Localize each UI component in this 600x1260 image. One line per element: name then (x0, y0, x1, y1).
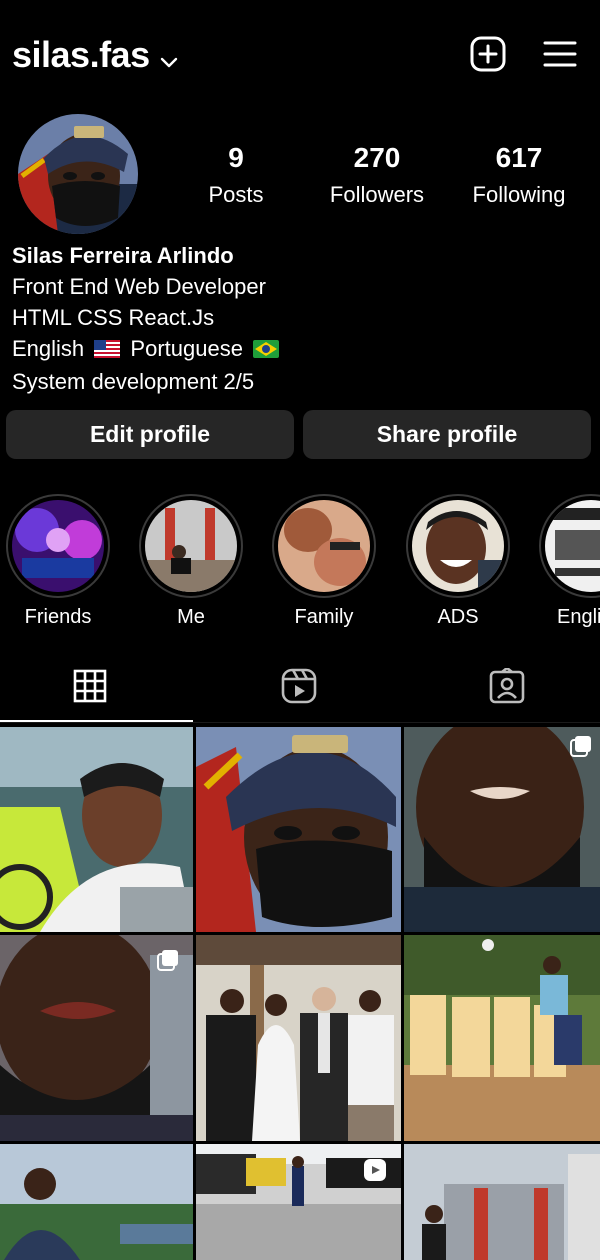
highlight-family[interactable]: Family (272, 494, 376, 629)
highlight-ads[interactable]: ADS (406, 494, 510, 629)
posts-count: 9 (228, 142, 244, 173)
bio-language-portuguese: Portuguese (130, 336, 243, 361)
post-thumbnail[interactable] (0, 1144, 193, 1260)
profile-bio: Silas Ferreira Arlindo Front End Web Dev… (12, 240, 592, 397)
grid-icon (73, 669, 107, 708)
post-thumbnail[interactable] (404, 935, 600, 1141)
highlight-label: Family (294, 606, 354, 628)
bio-line: Front End Web Developer (12, 274, 266, 299)
highlight-cover-image (545, 500, 600, 592)
highlight-english[interactable]: Engli (539, 494, 600, 629)
following-label: Following (472, 182, 566, 207)
highlight-label: Engli (557, 606, 600, 628)
tab-grid[interactable] (0, 652, 190, 724)
highlight-ring (272, 494, 376, 598)
stat-posts[interactable]: 9 Posts (176, 142, 296, 208)
brazil-flag-icon (253, 335, 280, 366)
highlight-cover-image (12, 500, 104, 592)
share-profile-button[interactable]: Share profile (303, 410, 591, 459)
username: silas.fas (12, 34, 150, 75)
highlight-ring (406, 494, 510, 598)
highlight-label: Friends (24, 606, 92, 628)
edit-profile-button[interactable]: Edit profile (6, 410, 294, 459)
multiple-posts-icon (570, 735, 592, 762)
highlight-label: Me (177, 606, 205, 628)
profile-header: silas.fas (0, 0, 600, 110)
profile-tabs (0, 652, 600, 726)
us-flag-icon (94, 335, 121, 366)
tagged-icon (489, 665, 525, 709)
reel-icon (363, 1158, 387, 1187)
highlight-ring (6, 494, 110, 598)
username-switcher[interactable]: silas.fas (12, 32, 178, 78)
tab-reels[interactable] (199, 652, 399, 724)
create-plus-icon[interactable] (468, 34, 508, 74)
post-thumbnail[interactable] (196, 935, 401, 1141)
hamburger-menu-icon[interactable] (540, 34, 580, 74)
post-thumbnail[interactable] (0, 727, 193, 932)
stat-followers[interactable]: 270 Followers (317, 142, 437, 208)
multiple-posts-icon (157, 949, 179, 976)
stat-following[interactable]: 617 Following (459, 142, 579, 208)
bio-line-languages: English Portuguese (12, 333, 592, 366)
highlight-friends[interactable]: Friends (6, 494, 110, 629)
post-thumbnail[interactable] (196, 727, 401, 932)
highlight-cover-image (145, 500, 237, 592)
highlight-ring (139, 494, 243, 598)
bio-language-english: English (12, 336, 85, 361)
highlight-ring (539, 494, 600, 598)
highlight-cover-image (278, 500, 370, 592)
highlight-label: ADS (437, 606, 479, 628)
highlight-me[interactable]: Me (139, 494, 243, 629)
following-count: 617 (495, 142, 543, 173)
followers-label: Followers (329, 182, 425, 207)
highlight-cover-image (412, 500, 504, 592)
post-thumbnail[interactable] (0, 935, 193, 1141)
tab-tagged[interactable] (407, 652, 600, 724)
reels-icon (281, 668, 317, 709)
bio-line: System development 2/5 (12, 368, 255, 394)
followers-count: 270 (353, 142, 401, 173)
post-thumbnail[interactable] (196, 1144, 401, 1260)
profile-name: Silas Ferreira Arlindo (12, 243, 234, 268)
bio-line: HTML CSS React.Js (12, 305, 215, 330)
divider (0, 722, 600, 723)
chevron-down-icon (160, 36, 178, 78)
post-thumbnail[interactable] (404, 727, 600, 932)
post-thumbnail[interactable] (404, 1144, 600, 1260)
profile-avatar[interactable] (18, 114, 138, 234)
posts-label: Posts (208, 182, 264, 207)
